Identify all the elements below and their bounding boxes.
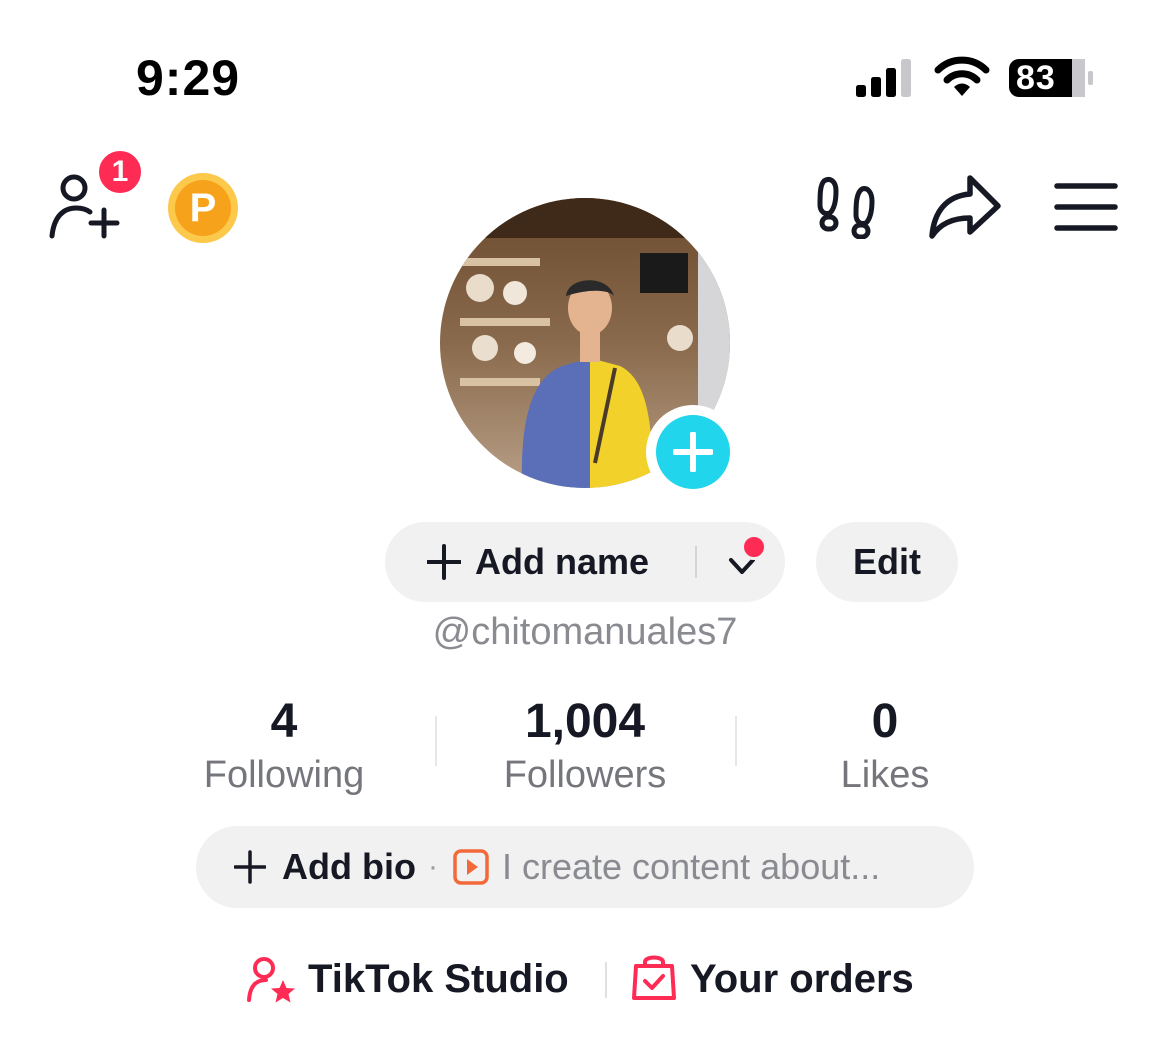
edit-profile-button[interactable]: Edit — [816, 522, 958, 602]
share-arrow-icon[interactable] — [928, 172, 1002, 240]
status-time: 9:29 — [136, 50, 241, 106]
stat-following[interactable]: 4 Following — [134, 694, 434, 798]
plus-icon — [427, 544, 461, 580]
battery-level: 83 — [1016, 59, 1056, 97]
add-name-label: Add name — [475, 541, 650, 582]
likes-count: 0 — [871, 695, 899, 748]
avatar-add-button[interactable] — [646, 405, 740, 499]
your-orders-link[interactable]: Your orders — [690, 955, 914, 1003]
following-count: 4 — [270, 695, 298, 748]
stat-likes[interactable]: 0 Likes — [735, 694, 1035, 798]
plus-icon — [673, 432, 713, 472]
tiktok-studio-link[interactable]: TikTok Studio — [308, 955, 569, 1003]
add-bio-pill[interactable]: Add bio · I create content about... — [196, 826, 974, 908]
points-letter: P — [189, 185, 217, 230]
shopping-bag-icon[interactable] — [632, 952, 676, 1002]
following-label: Following — [203, 754, 365, 796]
add-bio-label: Add bio — [282, 846, 416, 887]
points-coin-button[interactable]: P — [166, 172, 240, 244]
stat-followers[interactable]: 1,004 Followers — [435, 694, 735, 798]
followers-count: 1,004 — [524, 695, 646, 748]
new-indicator-dot — [741, 534, 767, 560]
bio-separator: · — [428, 850, 438, 883]
video-play-icon — [453, 849, 489, 885]
cellular-signal-icon — [856, 59, 911, 97]
footprint-icon[interactable] — [814, 175, 878, 239]
plus-icon — [234, 850, 266, 884]
followers-label: Followers — [503, 754, 667, 796]
notification-badge: 1 — [96, 148, 144, 196]
bio-hint: I create content about... — [502, 846, 881, 887]
hamburger-menu-icon[interactable] — [1054, 182, 1118, 232]
battery-indicator: 83 — [1008, 58, 1094, 98]
username: @chitomanuales7 — [432, 611, 738, 653]
add-name-pill[interactable]: Add name — [385, 522, 785, 602]
wifi-icon — [934, 56, 990, 96]
links-divider — [605, 962, 607, 998]
name-pill-divider — [695, 546, 697, 578]
avatar-add-circle — [656, 415, 730, 489]
tiktok-studio-icon[interactable] — [246, 956, 296, 1004]
likes-label: Likes — [840, 754, 930, 796]
